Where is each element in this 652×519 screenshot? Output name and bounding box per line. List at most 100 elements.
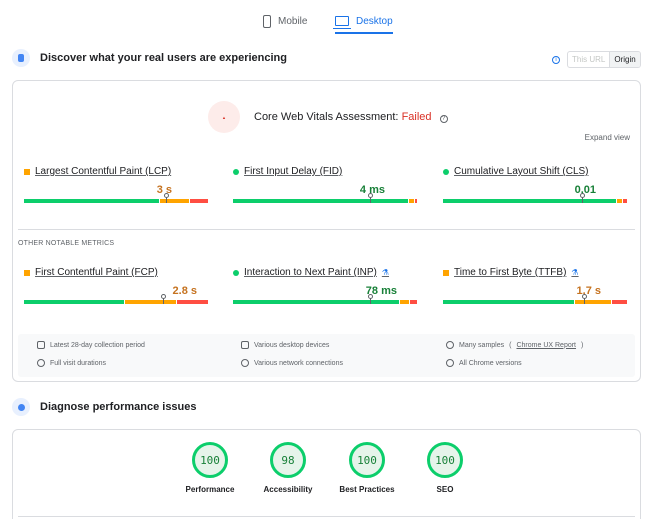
metric-ttfb-name-row[interactable]: Time to First Byte (TTFB) ⚗ — [443, 267, 628, 278]
info-devices: Various desktop devices — [241, 341, 329, 349]
good-segment — [233, 300, 399, 304]
assessment-text: Core Web Vitals Assessment: Failed ? — [254, 111, 448, 123]
metric-ttfb-label: Time to First Byte (TTFB) — [454, 267, 567, 278]
metric-fid-name-row[interactable]: First Input Delay (FID) — [233, 166, 418, 177]
metric-cls-name-row[interactable]: Cumulative Layout Shift (CLS) — [443, 166, 628, 177]
average-segment — [408, 199, 415, 203]
gauge-accessibility[interactable]: 98 Accessibility — [248, 442, 328, 494]
poor-segment — [409, 300, 417, 304]
metric-fcp-value: 2.8 s — [172, 285, 197, 297]
metric-inp-name-row[interactable]: Interaction to Next Paint (INP) ⚗ — [233, 267, 418, 278]
metric-cls-label: Cumulative Layout Shift (CLS) — [454, 166, 589, 177]
metric-distribution-bar — [233, 294, 418, 304]
p75-marker — [164, 193, 170, 203]
needs-improvement-icon — [24, 168, 30, 175]
lab-data-card: 100 Performance 98 Accessibility 100 Bes… — [12, 429, 641, 519]
paren-open: ( — [509, 341, 512, 349]
score-ring: 100 — [192, 442, 228, 478]
good-icon — [233, 168, 239, 175]
info-versions-text: All Chrome versions — [459, 359, 522, 367]
gauge-label: Best Practices — [339, 485, 395, 494]
average-segment — [159, 199, 189, 203]
phone-icon — [263, 14, 271, 28]
poor-segment — [612, 300, 627, 304]
users-icon — [12, 49, 30, 67]
metric-distribution-bar — [24, 193, 209, 203]
poor-segment — [415, 199, 417, 203]
good-segment — [443, 199, 616, 203]
metric-distribution-bar — [24, 294, 209, 304]
active-tab-indicator — [335, 32, 393, 34]
info-icon[interactable]: i — [552, 55, 560, 64]
average-segment — [399, 300, 409, 304]
score-ring: 100 — [349, 442, 385, 478]
p75-marker — [367, 294, 373, 304]
metric-fcp-label: First Contentful Paint (FCP) — [35, 267, 158, 278]
metric-ttfb-value: 1.7 s — [576, 285, 601, 297]
p75-marker — [579, 193, 585, 203]
good-segment — [233, 199, 408, 203]
info-versions: All Chrome versions — [446, 359, 522, 367]
info-devices-text: Various desktop devices — [254, 341, 330, 349]
average-segment — [125, 300, 177, 304]
info-durations-text: Full visit durations — [50, 359, 107, 367]
help-icon[interactable]: ? — [439, 115, 448, 123]
metric-distribution-bar — [233, 193, 418, 203]
gauge-seo[interactable]: 100 SEO — [405, 442, 485, 494]
info-durations: Full visit durations — [37, 359, 106, 367]
info-connections-text: Various network connections — [254, 359, 343, 367]
metric-lcp-label: Largest Contentful Paint (LCP) — [35, 166, 172, 177]
info-samples: Many samples ( Chrome UX Report) — [446, 341, 583, 349]
info-connections: Various network connections — [241, 359, 343, 367]
paren-close: ) — [581, 341, 584, 349]
average-segment — [575, 300, 612, 304]
tab-desktop[interactable]: Desktop — [333, 8, 393, 34]
chrome-ux-report-link[interactable]: Chrome UX Report — [516, 342, 576, 349]
good-segment — [24, 300, 125, 304]
this-url-button[interactable]: This URL — [568, 52, 611, 67]
toggle-group: This URL Origin — [567, 51, 641, 68]
expand-view-link[interactable]: Expand view — [585, 133, 630, 142]
chrome-icon — [446, 359, 454, 367]
gauge-label: Accessibility — [263, 485, 313, 494]
gauge-best-practices[interactable]: 100 Best Practices — [327, 442, 407, 494]
metric-distribution-bar — [443, 294, 628, 304]
lab-data-title: Diagnose performance issues — [40, 401, 197, 413]
assessment-status: Failed — [401, 111, 432, 123]
good-segment — [443, 300, 575, 304]
assessment-label: Core Web Vitals Assessment: — [254, 111, 399, 123]
wifi-icon — [241, 359, 249, 367]
cwv-assessment: ▲ Core Web Vitals Assessment: Failed ? — [208, 101, 448, 133]
metric-inp-value: 78 ms — [365, 285, 397, 297]
info-samples-text: Many samples — [459, 341, 505, 349]
metric-fid-label: First Input Delay (FID) — [244, 166, 343, 177]
average-segment — [616, 199, 623, 203]
tab-mobile[interactable]: Mobile — [263, 8, 307, 34]
field-data-card: ▲ Core Web Vitals Assessment: Failed ? E… — [12, 80, 641, 382]
url-origin-toggle: i This URL Origin — [552, 51, 641, 68]
lab-data-header: Diagnose performance issues — [12, 398, 197, 416]
gauge-performance[interactable]: 100 Performance — [170, 442, 250, 494]
metric-lcp-name-row[interactable]: Largest Contentful Paint (LCP) — [24, 166, 209, 177]
other-metrics-heading: OTHER NOTABLE METRICS — [18, 240, 115, 247]
metric-inp: Interaction to Next Paint (INP) ⚗ 78 ms — [233, 267, 418, 304]
gauge-label: Performance — [185, 485, 235, 494]
p75-marker — [160, 294, 166, 304]
needs-improvement-icon — [443, 269, 449, 276]
metric-fcp: First Contentful Paint (FCP) 2.8 s — [24, 267, 209, 304]
devices-icon — [241, 341, 249, 349]
experimental-flask-icon: ⚗ — [381, 268, 390, 277]
tab-mobile-label: Mobile — [278, 15, 308, 27]
p75-marker — [367, 193, 373, 203]
metric-fid: First Input Delay (FID) 4 ms — [233, 166, 418, 203]
origin-button[interactable]: Origin — [610, 52, 640, 67]
tab-desktop-label: Desktop — [356, 15, 393, 27]
metric-cls: Cumulative Layout Shift (CLS) 0.01 — [443, 166, 628, 203]
section-divider — [18, 516, 635, 517]
metric-ttfb: Time to First Byte (TTFB) ⚗ 1.7 s — [443, 267, 628, 304]
timer-icon — [37, 359, 45, 367]
score-ring: 98 — [270, 442, 306, 478]
metric-fcp-name-row[interactable]: First Contentful Paint (FCP) — [24, 267, 209, 278]
score-ring: 100 — [427, 442, 463, 478]
metric-lcp-value: 3 s — [156, 184, 172, 196]
